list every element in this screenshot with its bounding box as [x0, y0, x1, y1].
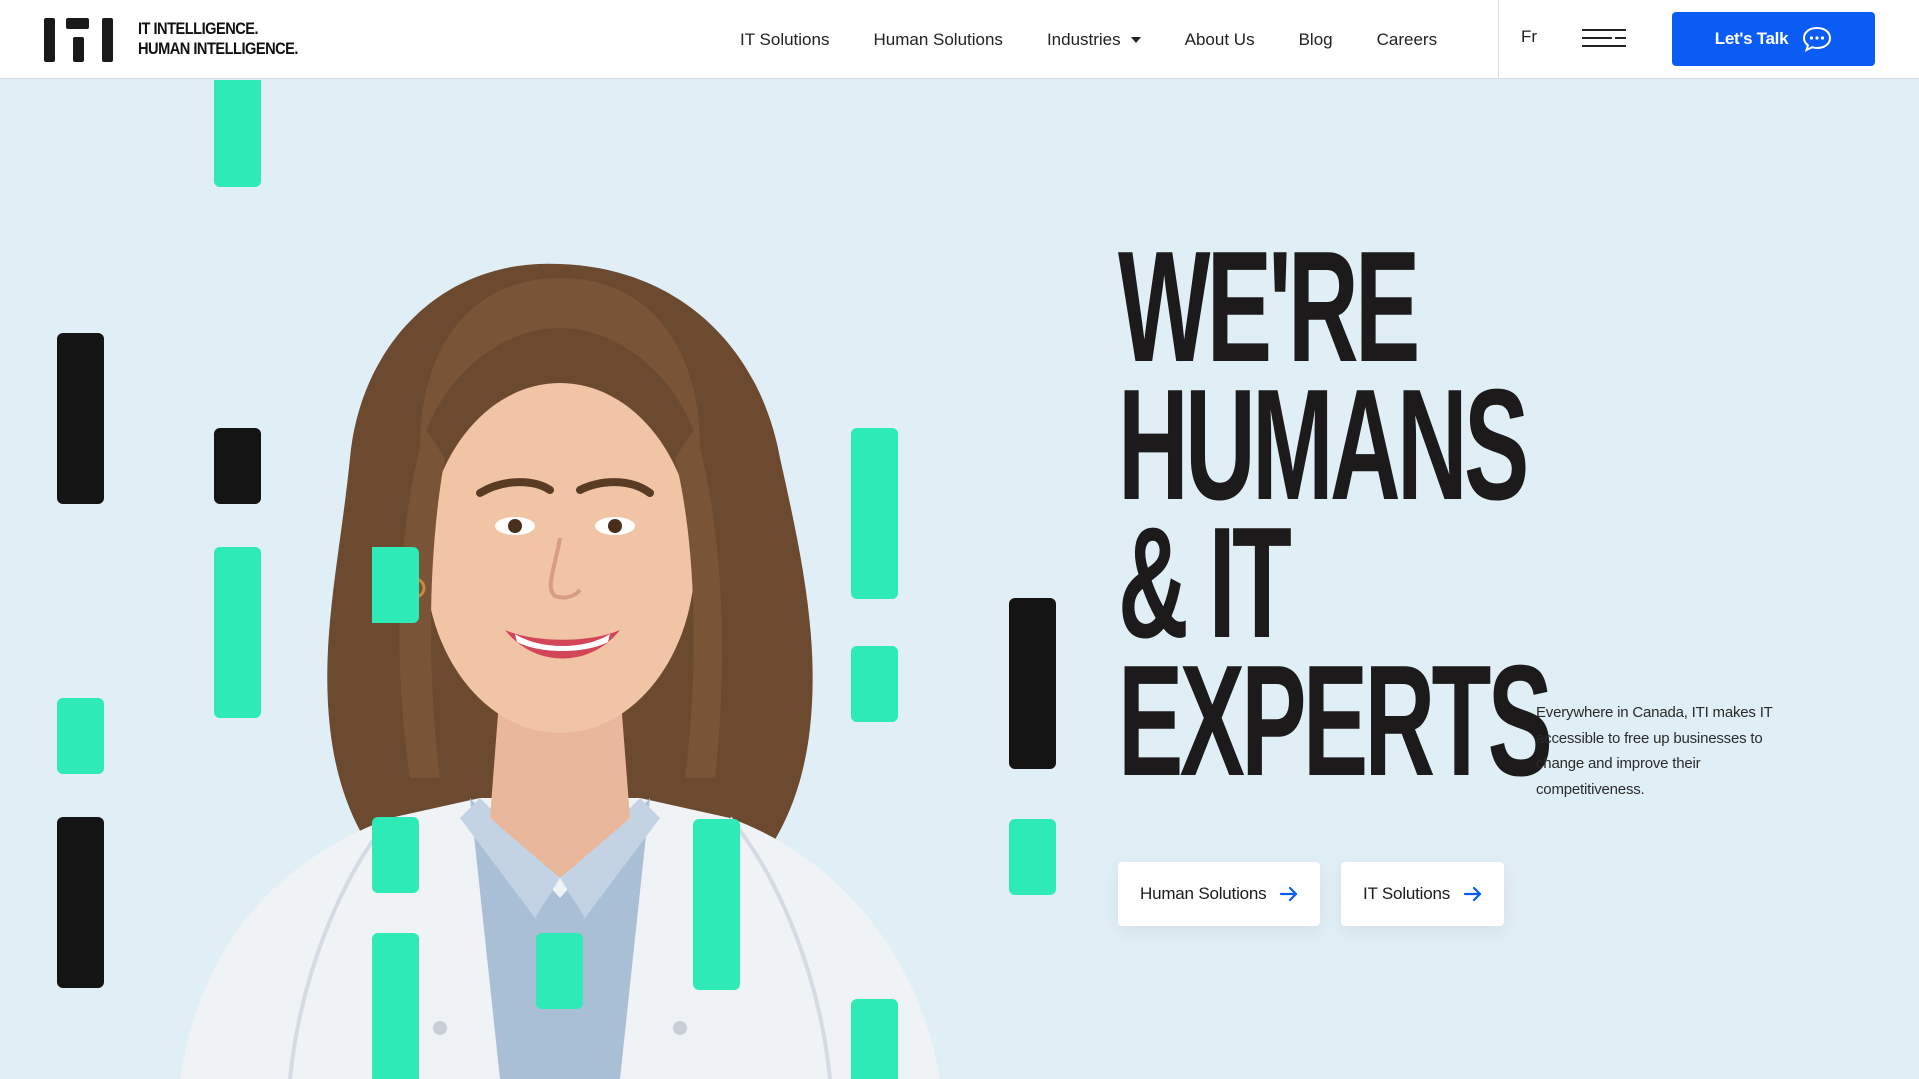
logo-text: IT INTELLIGENCE. HUMAN INTELLIGENCE.	[138, 19, 298, 59]
decor-bar	[536, 933, 583, 1009]
headline-line-1: WE'RE	[1118, 219, 1420, 395]
nav-human-solutions[interactable]: Human Solutions	[873, 30, 1002, 50]
nav-it-solutions-label: IT Solutions	[740, 29, 830, 49]
lets-talk-label: Let's Talk	[1714, 29, 1789, 48]
nav-blog-label: Blog	[1298, 29, 1333, 49]
nav-industries-label: Industries	[1046, 29, 1121, 49]
nav-about-us[interactable]: About Us	[1185, 30, 1255, 50]
nav-blog[interactable]: Blog	[1299, 30, 1333, 50]
site-header: IT INTELLIGENCE. HUMAN INTELLIGENCE. IT …	[0, 0, 1919, 79]
nav-it-solutions[interactable]: IT Solutions	[740, 30, 829, 50]
lets-talk-button[interactable]: Let's Talk	[1672, 12, 1875, 66]
decor-bar	[1009, 819, 1056, 895]
decor-bar	[214, 80, 261, 187]
nav-careers[interactable]: Careers	[1377, 30, 1437, 50]
logo-line-2: HUMAN INTELLIGENCE.	[138, 39, 298, 58]
hamburger-icon[interactable]	[1582, 28, 1626, 50]
decor-bar	[214, 428, 261, 504]
decor-bar	[851, 999, 898, 1079]
main-nav: IT Solutions Human Solutions Industries …	[740, 0, 1481, 79]
logo-line-1: IT INTELLIGENCE.	[138, 19, 259, 38]
arrow-right-icon	[1464, 886, 1482, 902]
decor-bar	[57, 698, 104, 774]
decor-bar	[57, 333, 104, 504]
headline-line-2: HUMANS	[1118, 357, 1529, 533]
human-solutions-button[interactable]: Human Solutions	[1118, 862, 1321, 926]
hero-tagline: Everywhere in Canada, ITI makes IT acces…	[1536, 704, 1773, 798]
headline-line-4: EXPERTS	[1118, 633, 1553, 809]
decor-bar	[1009, 598, 1056, 769]
nav-industries[interactable]: Industries	[1047, 30, 1141, 50]
arrow-right-icon	[1280, 886, 1298, 902]
decor-bar	[372, 933, 419, 1079]
hero-headline: WE'RE HUMANS & IT EXPERTS	[1118, 219, 1553, 809]
language-switch[interactable]: Fr	[1521, 27, 1537, 47]
decor-bar	[851, 646, 898, 722]
it-solutions-button-label: IT Solutions	[1363, 884, 1451, 903]
nav-careers-label: Careers	[1376, 29, 1438, 49]
it-solutions-button[interactable]: IT Solutions	[1341, 862, 1505, 926]
chat-bubble-icon	[1803, 26, 1832, 52]
iti-logo-mark-icon	[44, 16, 116, 62]
decor-bar	[372, 547, 419, 623]
decor-bar	[57, 817, 104, 988]
human-solutions-button-label: Human Solutions	[1140, 884, 1267, 903]
logo[interactable]: IT INTELLIGENCE. HUMAN INTELLIGENCE.	[44, 16, 324, 62]
decor-bar	[214, 547, 261, 718]
caret-down-icon	[1130, 36, 1141, 43]
nav-human-solutions-label: Human Solutions	[873, 29, 1003, 49]
decor-bar	[372, 817, 419, 893]
nav-about-us-label: About Us	[1184, 29, 1255, 49]
header-divider	[1498, 0, 1499, 79]
decor-bar	[693, 819, 740, 990]
decor-bar	[851, 428, 898, 599]
headline-line-3: & IT	[1118, 495, 1292, 671]
